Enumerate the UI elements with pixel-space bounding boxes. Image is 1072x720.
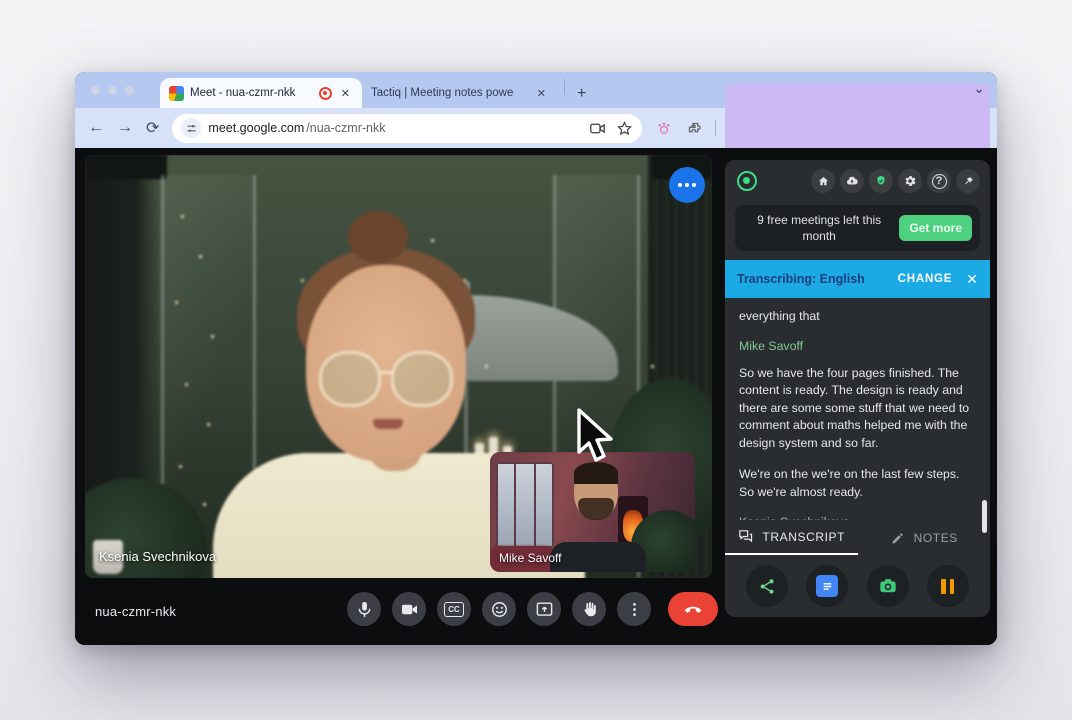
get-more-button[interactable]: Get more bbox=[899, 215, 972, 241]
meet-favicon-icon bbox=[169, 86, 184, 101]
transcript-list[interactable]: everything that Mike Savoff So we have t… bbox=[725, 298, 990, 520]
transcript-scrollbar[interactable] bbox=[982, 500, 987, 533]
tab-title: Meet - nua-czmr-nkk bbox=[190, 87, 313, 99]
pip-video-tile[interactable]: Mike Savoff bbox=[490, 452, 695, 572]
pin-panel-button[interactable] bbox=[956, 169, 980, 193]
home-button[interactable] bbox=[811, 169, 835, 193]
tactiq-header: ? bbox=[725, 160, 990, 202]
tab-strip: Meet - nua-czmr-nkk ✕ Tactiq | Meeting n… bbox=[75, 72, 997, 108]
participant-name-label: Ksenia Svechnikova bbox=[99, 549, 216, 564]
tab-tactiq[interactable]: Tactiq | Meeting notes powe ✕ bbox=[362, 78, 558, 108]
mouse-cursor bbox=[571, 406, 623, 464]
transcript-icon bbox=[737, 528, 754, 545]
privacy-shield-button[interactable] bbox=[869, 169, 893, 193]
tactiq-logo-icon bbox=[737, 171, 757, 191]
transcript-text: We're on the we're on the last few steps… bbox=[739, 466, 976, 501]
meet-page: Ksenia Svechnikova Mike Savoff nua-czmr-… bbox=[75, 148, 997, 645]
bookmark-star-icon[interactable] bbox=[616, 120, 633, 137]
tab-title: Tactiq | Meeting notes powe bbox=[371, 87, 528, 99]
transcript-text: So we have the four pages finished. The … bbox=[739, 365, 976, 452]
extensions-puzzle-icon[interactable] bbox=[685, 119, 703, 137]
url-path: /nua-czmr-nkk bbox=[306, 121, 385, 135]
reload-button[interactable]: ⟳ bbox=[146, 118, 159, 138]
tab-transcript-label: TRANSCRIPT bbox=[762, 530, 845, 544]
tab-notes-label: NOTES bbox=[914, 531, 958, 545]
change-language-button[interactable]: CHANGE bbox=[898, 273, 953, 285]
help-button[interactable]: ? bbox=[927, 169, 951, 193]
transcript-text: everything that bbox=[739, 308, 976, 325]
pause-icon bbox=[941, 579, 954, 594]
tactiq-action-bar bbox=[725, 555, 990, 617]
toolbar-divider bbox=[715, 120, 716, 136]
pip-name-label: Mike Savoff bbox=[499, 551, 561, 565]
notes-pencil-icon bbox=[890, 530, 906, 546]
window-traffic-lights[interactable] bbox=[91, 72, 134, 108]
new-tab-button[interactable]: + bbox=[571, 85, 592, 103]
quota-text: 9 free meetings left this month bbox=[747, 212, 891, 244]
tab-meet[interactable]: Meet - nua-czmr-nkk ✕ bbox=[160, 78, 362, 108]
screenshot-button[interactable] bbox=[867, 565, 909, 607]
tab-capture-icon[interactable] bbox=[589, 120, 606, 137]
tactiq-tab-bar: TRANSCRIPT NOTES bbox=[725, 520, 990, 555]
transcript-speaker: Mike Savoff bbox=[739, 338, 976, 355]
chat-bubble-icon[interactable] bbox=[669, 167, 705, 203]
close-tab-icon[interactable]: ✕ bbox=[338, 86, 353, 101]
mic-button[interactable] bbox=[347, 592, 381, 626]
end-call-button[interactable] bbox=[668, 592, 718, 626]
present-button[interactable] bbox=[527, 592, 561, 626]
settings-gear-button[interactable] bbox=[898, 169, 922, 193]
cloud-upload-button[interactable] bbox=[840, 169, 864, 193]
back-button[interactable]: ← bbox=[88, 119, 104, 137]
camera-button[interactable] bbox=[392, 592, 426, 626]
transcribing-banner: Transcribing: English CHANGE ✕ bbox=[725, 260, 990, 298]
transcribing-label: Transcribing: English bbox=[737, 272, 865, 286]
export-doc-button[interactable] bbox=[806, 565, 848, 607]
minimize-window-icon[interactable] bbox=[108, 86, 117, 95]
quota-card: 9 free meetings left this month Get more bbox=[735, 205, 980, 251]
recording-indicator-icon bbox=[319, 87, 332, 100]
site-info-icon[interactable] bbox=[181, 118, 201, 138]
tactiq-panel: ? 9 free meetings left this month Get mo… bbox=[725, 160, 990, 617]
zoom-window-icon[interactable] bbox=[125, 86, 134, 95]
main-video-tile[interactable]: Ksenia Svechnikova Mike Savoff bbox=[85, 155, 712, 578]
close-window-icon[interactable] bbox=[91, 86, 100, 95]
close-tab-icon[interactable]: ✕ bbox=[534, 86, 549, 101]
reactions-button[interactable] bbox=[482, 592, 516, 626]
tab-separator bbox=[564, 79, 565, 95]
banner-close-icon[interactable]: ✕ bbox=[966, 271, 978, 288]
address-bar[interactable]: meet.google.com /nua-czmr-nkk bbox=[172, 114, 642, 143]
tab-transcript[interactable]: TRANSCRIPT bbox=[725, 520, 858, 555]
url-host: meet.google.com bbox=[208, 121, 304, 135]
tab-search-chevron-icon[interactable]: ⌄ bbox=[973, 80, 985, 97]
forward-button[interactable]: → bbox=[117, 119, 133, 137]
tactiq-extension-icon[interactable] bbox=[655, 119, 673, 137]
pause-transcript-button[interactable] bbox=[927, 565, 969, 607]
captions-icon: CC bbox=[444, 602, 464, 617]
browser-window: Meet - nua-czmr-nkk ✕ Tactiq | Meeting n… bbox=[75, 72, 997, 645]
more-options-button[interactable] bbox=[617, 592, 651, 626]
tab-notes[interactable]: NOTES bbox=[858, 520, 991, 555]
captions-button[interactable]: CC bbox=[437, 592, 471, 626]
share-button[interactable] bbox=[746, 565, 788, 607]
google-docs-icon bbox=[816, 575, 838, 597]
help-icon: ? bbox=[932, 174, 947, 189]
meeting-code: nua-czmr-nkk bbox=[95, 604, 176, 619]
raise-hand-button[interactable] bbox=[572, 592, 606, 626]
